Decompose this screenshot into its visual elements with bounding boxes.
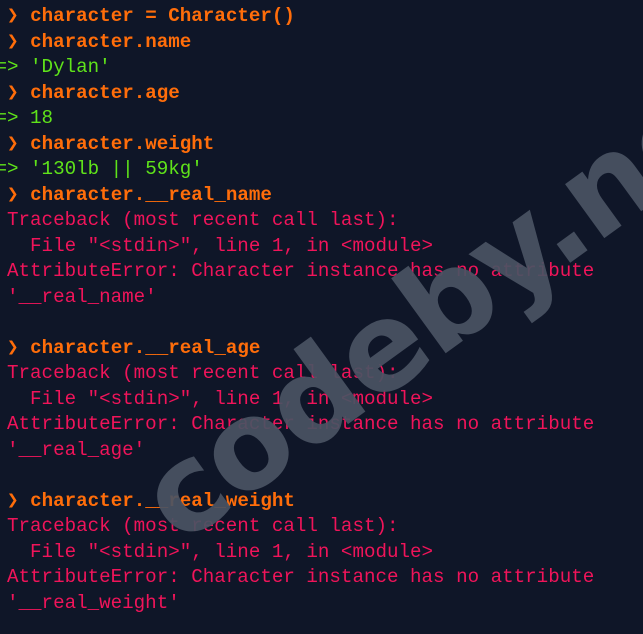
error-line: File "<stdin>", line 1, in <module> (0, 540, 594, 566)
line-text: character.weight (30, 132, 215, 155)
line-text: Traceback (most recent call last): (0, 515, 399, 537)
result-arrow-icon: => (0, 56, 19, 78)
error-line: File "<stdin>", line 1, in <module> (0, 234, 594, 260)
error-line: Traceback (most recent call last): (0, 361, 594, 387)
line-text: File "<stdin>", line 1, in <module> (0, 387, 434, 410)
line-text: character.__real_age (30, 336, 261, 359)
line-text: '__real_weight' (0, 591, 180, 614)
line-text: character.age (30, 81, 180, 104)
result-line: => 18 (0, 106, 594, 132)
input-line: ❯ character.__real_weight (0, 489, 594, 515)
line-text: 'Dylan' (30, 56, 111, 78)
error-line: File "<stdin>", line 1, in <module> (0, 387, 594, 413)
input-line: ❯ character.__real_name (0, 183, 594, 209)
result-arrow-icon: => (0, 158, 19, 180)
line-text: AttributeError: Character instance has n… (0, 413, 595, 435)
error-line: AttributeError: Character instance has n… (0, 259, 594, 285)
result-line: => '130lb || 59kg' (0, 157, 594, 183)
prompt-icon: ❯ (7, 81, 19, 104)
error-line: Traceback (most recent call last): (0, 514, 594, 540)
line-text: character = Character() (30, 5, 295, 27)
line-text: Traceback (most recent call last): (0, 209, 399, 231)
prompt-icon: ❯ (7, 336, 19, 359)
terminal-output: ❯ character = Character() ❯ character.na… (0, 4, 594, 616)
input-line: ❯ character.weight (0, 132, 594, 158)
prompt-icon: ❯ (7, 183, 19, 206)
input-line: ❯ character.age (0, 81, 594, 107)
line-text: File "<stdin>", line 1, in <module> (0, 234, 434, 257)
result-line: => 'Dylan' (0, 55, 594, 81)
line-text: character.__real_name (30, 183, 272, 206)
line-text: character.__real_weight (30, 489, 295, 512)
line-text: '__real_age' (0, 438, 146, 461)
line-text: character.name (30, 30, 192, 53)
input-line: ❯ character.name (0, 30, 594, 56)
line-text: '130lb || 59kg' (30, 158, 203, 180)
result-arrow-icon: => (0, 107, 19, 129)
line-text: AttributeError: Character instance has n… (0, 260, 595, 282)
line-text: 18 (30, 107, 54, 129)
line-text: Traceback (most recent call last): (0, 362, 399, 384)
line-text: AttributeError: Character instance has n… (0, 566, 595, 588)
line-text: '__real_name' (0, 285, 157, 308)
error-line: Traceback (most recent call last): (0, 208, 594, 234)
prompt-icon: ❯ (7, 132, 19, 155)
prompt-icon: ❯ (7, 489, 19, 512)
error-line: AttributeError: Character instance has n… (0, 412, 594, 438)
input-line: ❯ character = Character() (0, 4, 594, 30)
line-text: File "<stdin>", line 1, in <module> (0, 540, 434, 563)
error-line: '__real_name' (0, 285, 594, 311)
prompt-icon: ❯ (7, 30, 19, 53)
input-line: ❯ character.__real_age (0, 336, 594, 362)
error-line: '__real_weight' (0, 591, 594, 617)
error-line: '__real_age' (0, 438, 594, 464)
error-line: AttributeError: Character instance has n… (0, 565, 594, 591)
prompt-icon: ❯ (7, 5, 19, 27)
